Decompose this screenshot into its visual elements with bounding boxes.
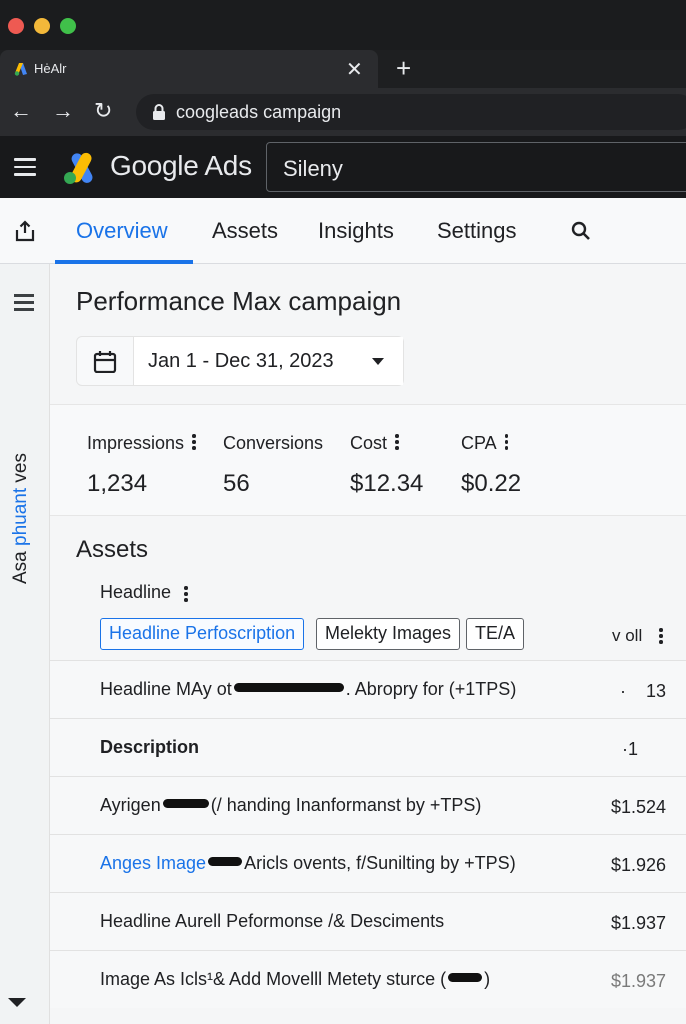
tab-insights[interactable]: Insights	[318, 218, 394, 244]
list-item[interactable]: Anges Image Aricls ovents, f/Sunilting by…	[50, 834, 686, 892]
chip-images[interactable]: Melekty Images	[316, 618, 461, 650]
list-item[interactable]: Ayrigen (/ handing Inanformanst by +TPS) …	[50, 776, 686, 834]
redacted-text	[448, 973, 483, 982]
forward-arrow-icon[interactable]: →	[52, 98, 74, 124]
new-tab-icon[interactable]: +	[396, 53, 411, 84]
metric-value: 56	[223, 470, 250, 497]
date-range-picker: Jan 1 - Dec 31, 2023	[76, 336, 404, 386]
close-tab-icon[interactable]: ✕	[346, 57, 363, 82]
metric-cost[interactable]: Cost $12.34	[350, 433, 423, 498]
tab-title: HėAlr	[34, 61, 67, 76]
redacted-text	[162, 799, 209, 808]
list-item[interactable]: Headline Aurell Peformonse /& Desciments…	[50, 892, 686, 950]
account-selector[interactable]: Sileny	[266, 142, 686, 192]
chevron-down-icon	[372, 358, 384, 365]
tab-assets[interactable]: Assets	[212, 218, 278, 244]
redacted-text	[233, 683, 344, 692]
metric-value: $12.34	[350, 470, 424, 497]
assets-section-title: Assets	[76, 536, 149, 563]
metric-impressions[interactable]: Impressions 1,234	[87, 433, 196, 498]
chip-headline[interactable]: Headline Perfoscription	[100, 618, 305, 650]
address-bar[interactable]: coogleads campaign	[136, 94, 686, 130]
date-range-dropdown[interactable]: Jan 1 - Dec 31, 2023	[133, 337, 403, 385]
page: Overview Assets Insights Settings Asa ph…	[0, 198, 686, 1024]
minimize-window-button[interactable]	[34, 18, 50, 34]
window-titlebar	[0, 0, 686, 50]
redacted-text	[208, 857, 243, 866]
metric-cpa[interactable]: CPA $0.22	[461, 433, 521, 498]
app-header: Google Ads Sileny	[0, 136, 686, 198]
metrics-summary: Impressions 1,234 Conversions 56 Cost $1…	[50, 404, 686, 516]
chip-tea[interactable]: TE/A	[466, 618, 525, 650]
browser-tab[interactable]: HėAlr ✕	[0, 50, 378, 88]
scroll-down-icon[interactable]	[8, 998, 26, 1007]
lock-icon	[153, 104, 165, 120]
asset-list: Headline MAy ot. Abropry for (+1TPS) · 1…	[50, 660, 686, 1008]
back-arrow-icon[interactable]: ←	[10, 98, 32, 124]
main-content: Performance Max campaign Jan 1 - Dec 31,…	[50, 264, 686, 1024]
list-item[interactable]: Description ·1	[50, 718, 686, 776]
more-options-icon[interactable]	[184, 586, 188, 602]
metric-value: $0.22	[461, 470, 522, 497]
view-all-label[interactable]: v oll	[612, 626, 642, 646]
row-value: $1.524	[610, 797, 666, 817]
list-item[interactable]: Image As Icls¹& Add Movelll Metety sturc…	[50, 950, 686, 1008]
side-rail: Asa phuant ves	[0, 264, 50, 1024]
row-value: $1.926	[610, 855, 666, 875]
list-item[interactable]: Headline MAy ot. Abropry for (+1TPS) · 1…	[50, 660, 686, 718]
search-icon[interactable]	[570, 220, 592, 242]
more-options-icon[interactable]	[659, 628, 663, 644]
rail-label[interactable]: Asa phuant ves	[10, 453, 32, 584]
row-value: $1.937	[610, 971, 666, 991]
share-icon[interactable]	[14, 220, 36, 242]
url-text: coogleads campaign	[176, 102, 342, 122]
maximize-window-button[interactable]	[60, 18, 76, 34]
headline-header: Headline	[100, 582, 172, 602]
google-ads-logo-icon	[64, 152, 93, 184]
more-options-icon[interactable]	[395, 434, 399, 450]
product-name: Google Ads	[110, 150, 252, 181]
browser-toolbar: ← → ↻ coogleads campaign	[0, 88, 686, 136]
calendar-icon[interactable]	[93, 351, 117, 373]
close-window-button[interactable]	[8, 18, 24, 34]
more-options-icon[interactable]	[504, 434, 509, 450]
account-name: Sileny	[283, 156, 343, 181]
more-options-icon[interactable]	[192, 434, 196, 450]
reload-icon[interactable]: ↻	[94, 98, 112, 124]
google-ads-favicon-icon	[14, 63, 27, 76]
rail-menu-icon[interactable]	[14, 294, 34, 311]
nav-tabs: Overview Assets Insights Settings	[0, 198, 686, 264]
metric-conversions[interactable]: Conversions 56	[223, 433, 323, 498]
tab-settings[interactable]: Settings	[437, 218, 517, 244]
metric-value: 1,234	[87, 470, 148, 497]
date-range-text: Jan 1 - Dec 31, 2023	[148, 350, 334, 372]
tab-overview[interactable]: Overview	[76, 218, 168, 244]
main-menu-icon[interactable]	[14, 158, 36, 176]
row-value: $1.937	[610, 913, 666, 933]
page-title: Performance Max campaign	[76, 286, 402, 316]
